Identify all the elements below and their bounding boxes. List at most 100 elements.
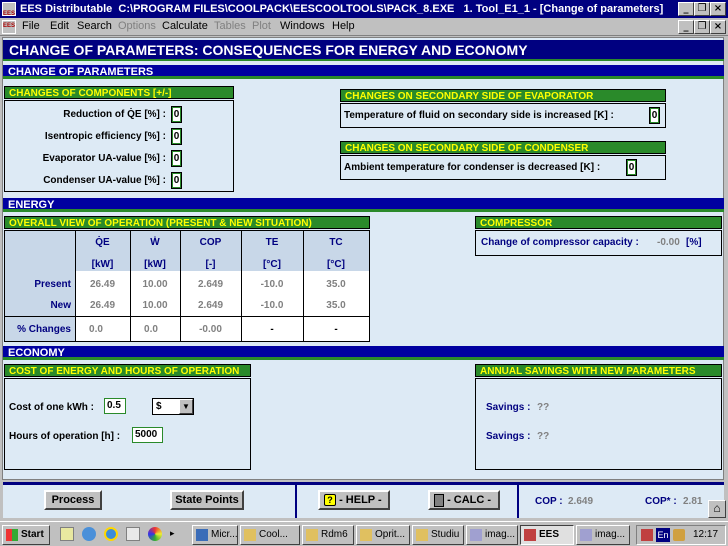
close-icon[interactable]: × <box>710 2 726 16</box>
quicklaunch-notepad-icon[interactable] <box>60 527 74 541</box>
changes-qe: 0.0 <box>89 324 103 335</box>
kwh-input[interactable]: 0.5 <box>104 398 126 414</box>
menu-calculate[interactable]: Calculate <box>162 20 208 32</box>
evaporator-label: Temperature of fluid on secondary side i… <box>344 110 614 121</box>
clock: 12:17 <box>693 529 719 540</box>
calculator-icon <box>434 493 444 507</box>
task-item-ees[interactable]: EES <box>520 525 574 545</box>
condenser-value[interactable]: 0 <box>626 159 637 176</box>
tray-ees-icon[interactable] <box>641 529 653 541</box>
savings-value-2: ?? <box>537 431 550 442</box>
new-tc: 35.0 <box>326 300 346 311</box>
savings-header: ANNUAL SAVINGS WITH NEW PARAMETERS <box>475 364 722 377</box>
quicklaunch-search-icon[interactable] <box>126 527 140 541</box>
savings-value-1: ?? <box>537 402 550 413</box>
document-title: 1. Tool_E1_1 - [Change of parameters] <box>463 3 664 15</box>
task-icon <box>196 529 208 541</box>
section-energy: ENERGY <box>3 198 724 212</box>
quicklaunch-more-icon[interactable]: ▸ <box>170 528 175 539</box>
taskbar: Start ▸ Micr... Cool... Rdm6 Oprit... St… <box>0 521 728 546</box>
task-item-5[interactable]: Studiu <box>412 525 464 545</box>
task-label: Studiu <box>431 529 460 540</box>
component-label-1: Reduction of Q̇E [%] : <box>63 109 166 120</box>
savings-label-1: Savings : <box>486 402 531 413</box>
menu-search[interactable]: Search <box>77 20 112 32</box>
hours-input[interactable]: 5000 <box>132 427 163 443</box>
quicklaunch-ie-icon[interactable] <box>82 527 96 541</box>
process-button[interactable]: Process <box>44 490 102 510</box>
component-label-3: Evaporator UA-value [%] : <box>42 153 166 164</box>
section-economy: ECONOMY <box>3 346 724 360</box>
hours-label: Hours of operation [h] : <box>9 431 121 442</box>
col-head-te: TE <box>265 237 279 248</box>
task-item-2[interactable]: Cool... <box>240 525 300 545</box>
app-name: EES Distributable <box>20 3 113 15</box>
new-cop: 2.649 <box>197 300 224 311</box>
image-icon <box>470 529 482 541</box>
app-path: C:\PROGRAM FILES\COOLPACK\EESCOOLTOOLS\P… <box>118 3 455 15</box>
folder-icon <box>360 529 372 541</box>
component-label-4: Condenser UA-value [%] : <box>43 175 166 186</box>
row-label-new: New <box>50 300 71 311</box>
task-item-4[interactable]: Oprit... <box>356 525 410 545</box>
changes-cop: -0.00 <box>199 324 222 335</box>
help-button[interactable]: ? - HELP - <box>318 490 390 510</box>
present-tc: 35.0 <box>326 279 346 290</box>
unit-qe: [kW] <box>91 259 114 270</box>
cost-box <box>4 378 251 470</box>
evaporator-value[interactable]: 0 <box>649 107 660 124</box>
menu-file[interactable]: File <box>22 20 40 32</box>
changes-w: 0.0 <box>144 324 158 335</box>
task-label: Cool... <box>259 529 288 540</box>
component-value-3[interactable]: 0 <box>171 150 182 167</box>
component-value-4[interactable]: 0 <box>171 172 182 189</box>
menu-plot: Plot <box>252 20 271 32</box>
state-points-button[interactable]: State Points <box>170 490 244 510</box>
folder-icon <box>416 529 428 541</box>
doc-minimize-icon[interactable]: _ <box>678 20 694 34</box>
task-icon <box>244 529 256 541</box>
home-icon[interactable]: ⌂ <box>708 500 726 518</box>
compressor-unit: [%] <box>686 237 702 248</box>
doc-icon <box>2 20 16 34</box>
windows-logo-icon <box>6 529 18 541</box>
menu-help[interactable]: Help <box>332 20 355 32</box>
components-header: CHANGES OF COMPONENTS [+/-] <box>4 86 234 99</box>
component-value-1[interactable]: 0 <box>171 106 182 123</box>
doc-close-icon[interactable]: × <box>710 20 726 34</box>
cop-value: 2.649 <box>568 496 594 507</box>
task-item-6[interactable]: imag... <box>466 525 518 545</box>
row-label-changes: % Changes <box>17 324 71 335</box>
restore-icon[interactable]: ❐ <box>694 2 710 16</box>
new-w: 10.00 <box>142 300 168 311</box>
col-head-w: Ẇ <box>150 237 160 248</box>
unit-cop: [-] <box>205 259 216 270</box>
dropdown-arrow-icon[interactable]: ▼ <box>179 399 193 414</box>
task-item-3[interactable]: Rdm6 <box>302 525 354 545</box>
component-value-2[interactable]: 0 <box>171 128 182 145</box>
task-item-1[interactable]: Micr... <box>192 525 238 545</box>
currency-select[interactable]: $ ▼ <box>152 398 194 415</box>
quicklaunch-media-icon[interactable] <box>148 527 162 541</box>
doc-restore-icon[interactable]: ❐ <box>694 20 710 34</box>
menu-windows[interactable]: Windows <box>280 20 325 32</box>
calc-button[interactable]: - CALC - <box>428 490 500 510</box>
compressor-header: COMPRESSOR <box>475 216 722 229</box>
folder-icon <box>306 529 318 541</box>
quicklaunch-browser-icon[interactable] <box>104 527 118 541</box>
task-label: Oprit... <box>375 529 406 540</box>
window-titlebar: EES Distributable C:\PROGRAM FILES\COOLP… <box>0 0 728 23</box>
menu-edit[interactable]: Edit <box>50 20 69 32</box>
start-button[interactable]: Start <box>2 525 50 545</box>
task-label: imag... <box>485 529 516 540</box>
minimize-icon[interactable]: _ <box>678 2 694 16</box>
language-indicator[interactable]: En <box>656 528 670 542</box>
menu-tables: Tables <box>214 20 246 32</box>
task-label: Rdm6 <box>321 529 348 540</box>
grid-line <box>5 316 369 317</box>
task-item-8[interactable]: imag... <box>576 525 630 545</box>
unit-te: [°C] <box>263 259 281 270</box>
present-w: 10.00 <box>142 279 168 290</box>
tray-volume-icon[interactable] <box>673 529 685 541</box>
task-label: imag... <box>595 529 626 540</box>
